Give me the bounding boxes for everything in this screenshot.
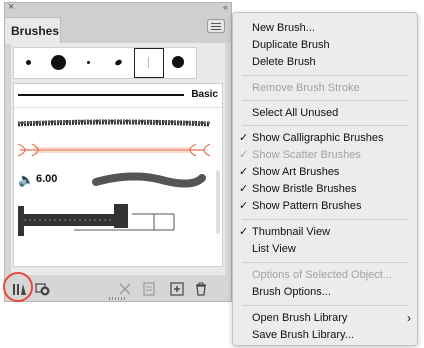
basic-label: Basic [191,89,218,100]
menu-item-save-brush-library[interactable]: Save Brush Library... [233,327,417,344]
brush-row-ribbon[interactable] [14,138,222,162]
speaker-icon: 🔈 [18,172,35,187]
brush-swatch-medium-dot[interactable] [164,48,194,78]
brush-swatch-selected[interactable] [134,48,164,78]
brush-row-pattern[interactable] [14,202,222,238]
bristle-stroke [92,172,206,188]
chevron-right-icon: › [407,311,411,325]
brush-swatch-oval[interactable] [104,48,134,78]
checkmark-icon: ✓ [239,132,249,144]
remove-brush-stroke-icon[interactable] [117,281,133,297]
menu-item-options-selected-object[interactable]: Options of Selected Object... [233,267,417,284]
menu-separator [242,75,408,76]
brush-swatch-large-dot[interactable] [44,48,74,78]
resize-grip[interactable] [109,297,127,300]
brush-swatch-tiny-dot[interactable] [74,48,104,78]
libraries-panel-icon[interactable] [35,281,51,297]
menu-item-show-calligraphic[interactable]: ✓ Show Calligraphic Brushes [233,130,417,147]
menu-separator [242,219,408,220]
stroke-size-value: 6.00 [36,173,58,185]
menu-item-new-brush[interactable]: New Brush... [233,20,417,37]
brushes-panel: × ‹‹ Brushes Basic 🔈 6.00 [4,0,232,302]
charcoal-stroke [17,119,211,127]
menu-item-duplicate-brush[interactable]: Duplicate Brush [233,37,417,54]
brush-row-basic[interactable]: Basic [14,84,222,106]
checkmark-icon: ✓ [239,200,249,212]
menu-separator [242,100,408,101]
brush-tip-swatches [13,47,197,79]
pattern-stroke [18,204,175,236]
panel-content: Basic 🔈 6.00 [11,43,225,275]
menu-item-brush-options[interactable]: Brush Options... [233,284,417,301]
menu-item-thumbnail-view[interactable]: ✓ Thumbnail View [233,224,417,241]
brush-row-charcoal[interactable] [14,114,222,134]
close-icon[interactable]: × [8,0,14,14]
panel-toolbar [5,275,231,301]
menu-item-list-view[interactable]: List View [233,241,417,258]
ribbon-stroke [17,143,211,157]
brush-list: Basic 🔈 6.00 [13,83,223,267]
checkmark-icon: ✓ [239,166,249,178]
menu-item-remove-brush-stroke[interactable]: Remove Brush Stroke [233,80,417,97]
menu-item-show-scatter[interactable]: ✓ Show Scatter Brushes [233,147,417,164]
delete-brush-icon[interactable] [193,281,209,297]
panel-menu-button[interactable] [207,19,225,33]
highlight-circle [3,272,33,302]
tab-brushes[interactable]: Brushes [5,17,61,44]
menu-item-delete-brush[interactable]: Delete Brush [233,54,417,71]
menu-separator [242,305,408,306]
checkmark-icon: ✓ [239,226,249,238]
menu-item-open-brush-library[interactable]: Open Brush Library › [233,310,417,327]
menu-item-show-pattern[interactable]: ✓ Show Pattern Brushes [233,198,417,215]
hamburger-icon [211,23,221,24]
menu-item-show-art[interactable]: ✓ Show Art Brushes [233,164,417,181]
menu-item-select-all-unused[interactable]: Select All Unused [233,105,417,122]
checkmark-icon: ✓ [239,149,249,161]
menu-item-show-bristle[interactable]: ✓ Show Bristle Brushes [233,181,417,198]
panel-tab-row: Brushes [5,13,231,44]
collapse-icon[interactable]: ‹‹ [223,0,228,14]
brush-options-icon[interactable] [141,281,157,297]
menu-separator [242,125,408,126]
brush-swatch-small-dot[interactable] [14,48,44,78]
brush-row-bristle[interactable]: 🔈 6.00 [14,166,222,194]
menu-separator [242,262,408,263]
panel-flyout-menu: New Brush... Duplicate Brush Delete Brus… [232,12,418,346]
checkmark-icon: ✓ [239,183,249,195]
new-brush-icon[interactable] [169,281,185,297]
